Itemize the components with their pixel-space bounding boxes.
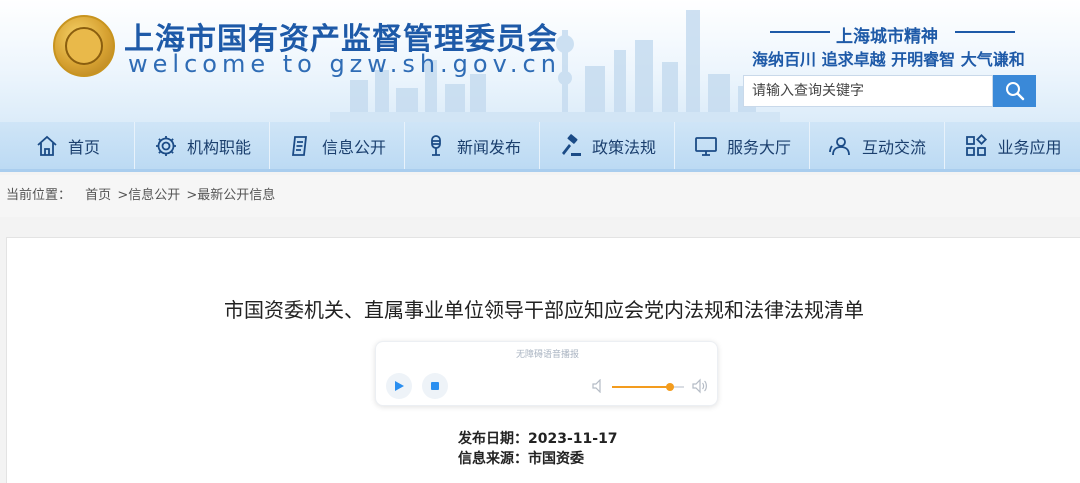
volume-low-icon[interactable] bbox=[592, 379, 604, 393]
nav-item-label: 机构职能 bbox=[186, 137, 251, 157]
divider-line bbox=[770, 31, 830, 33]
nav-item-label: 首页 bbox=[67, 137, 100, 157]
publish-date-value: 2023-11-17 bbox=[528, 431, 618, 447]
nav-item-home[interactable]: 首页 bbox=[0, 122, 135, 169]
nav-item-label: 政策法规 bbox=[591, 137, 656, 157]
home-icon bbox=[34, 133, 60, 159]
play-icon bbox=[395, 381, 404, 391]
nav-item-label: 信息公开 bbox=[321, 137, 386, 157]
apps-icon bbox=[963, 133, 989, 159]
info-source: 信息来源：市国资委 bbox=[458, 448, 584, 468]
site-domain: welcome to gzw.sh.gov.cn bbox=[128, 50, 561, 78]
breadcrumb: 当前位置： 首页 >信息公开 >最新公开信息 bbox=[0, 175, 1080, 217]
audio-player-label: 无障碍语音播报 bbox=[515, 350, 579, 360]
document-icon bbox=[288, 133, 314, 159]
nav-item-policy[interactable]: 政策法规 bbox=[540, 122, 675, 169]
stop-icon bbox=[431, 382, 439, 390]
article-panel: 市国资委机关、直属事业单位领导干部应知应会党内法规和法律法规清单 无障碍语音播报… bbox=[6, 237, 1080, 483]
main-nav: 首页 机构职能 信息公开 新闻发布 政策法规 服务大厅 互动交流 业务应用 bbox=[0, 122, 1080, 172]
info-source-label: 信息来源： bbox=[458, 451, 528, 467]
volume-fill bbox=[612, 386, 670, 388]
search-button[interactable] bbox=[993, 75, 1036, 107]
stop-button[interactable] bbox=[422, 373, 448, 399]
search-input[interactable]: 请输入查询关键字 bbox=[743, 75, 993, 107]
monitor-icon bbox=[693, 133, 719, 159]
volume-high-icon[interactable] bbox=[692, 378, 708, 394]
breadcrumb-link-latest[interactable]: >最新公开信息 bbox=[186, 188, 275, 203]
gavel-icon bbox=[558, 133, 584, 159]
publish-date-label: 发布日期： bbox=[458, 431, 528, 447]
nav-item-apps[interactable]: 业务应用 bbox=[945, 122, 1080, 169]
nav-item-label: 新闻发布 bbox=[456, 137, 521, 157]
government-emblem[interactable] bbox=[53, 15, 115, 77]
breadcrumb-link-disclosure[interactable]: >信息公开 bbox=[117, 188, 180, 203]
nav-item-functions[interactable]: 机构职能 bbox=[135, 122, 270, 169]
nav-item-service[interactable]: 服务大厅 bbox=[675, 122, 810, 169]
city-spirit-text: 海纳百川 追求卓越 开明睿智 大气谦和 bbox=[752, 50, 1025, 69]
audio-player: 无障碍语音播报 bbox=[375, 341, 718, 406]
article-title: 市国资委机关、直属事业单位领导干部应知应会党内法规和法律法规清单 bbox=[224, 298, 864, 322]
nav-item-label: 业务应用 bbox=[997, 137, 1062, 157]
city-spirit-title: 上海城市精神 bbox=[836, 27, 938, 47]
nav-item-label: 互动交流 bbox=[861, 137, 926, 157]
nav-item-disclosure[interactable]: 信息公开 bbox=[270, 122, 405, 169]
search-icon bbox=[1005, 82, 1024, 101]
nav-item-label: 服务大厅 bbox=[726, 137, 791, 157]
info-source-value: 市国资委 bbox=[528, 451, 584, 467]
microphone-icon bbox=[423, 133, 449, 159]
volume-knob[interactable] bbox=[665, 383, 674, 391]
site-header: 上海市国有资产监督管理委员会 welcome to gzw.sh.gov.cn … bbox=[0, 0, 1080, 122]
play-button[interactable] bbox=[386, 373, 412, 399]
nav-item-news[interactable]: 新闻发布 bbox=[405, 122, 540, 169]
breadcrumb-link-home[interactable]: 首页 bbox=[85, 188, 111, 203]
volume-slider[interactable] bbox=[612, 383, 684, 391]
users-icon bbox=[828, 133, 854, 159]
nav-item-interaction[interactable]: 互动交流 bbox=[810, 122, 945, 169]
breadcrumb-prefix: 当前位置： bbox=[6, 188, 72, 203]
publish-date: 发布日期：2023-11-17 bbox=[458, 428, 618, 448]
gear-icon bbox=[153, 133, 179, 159]
divider-line bbox=[955, 31, 1015, 33]
